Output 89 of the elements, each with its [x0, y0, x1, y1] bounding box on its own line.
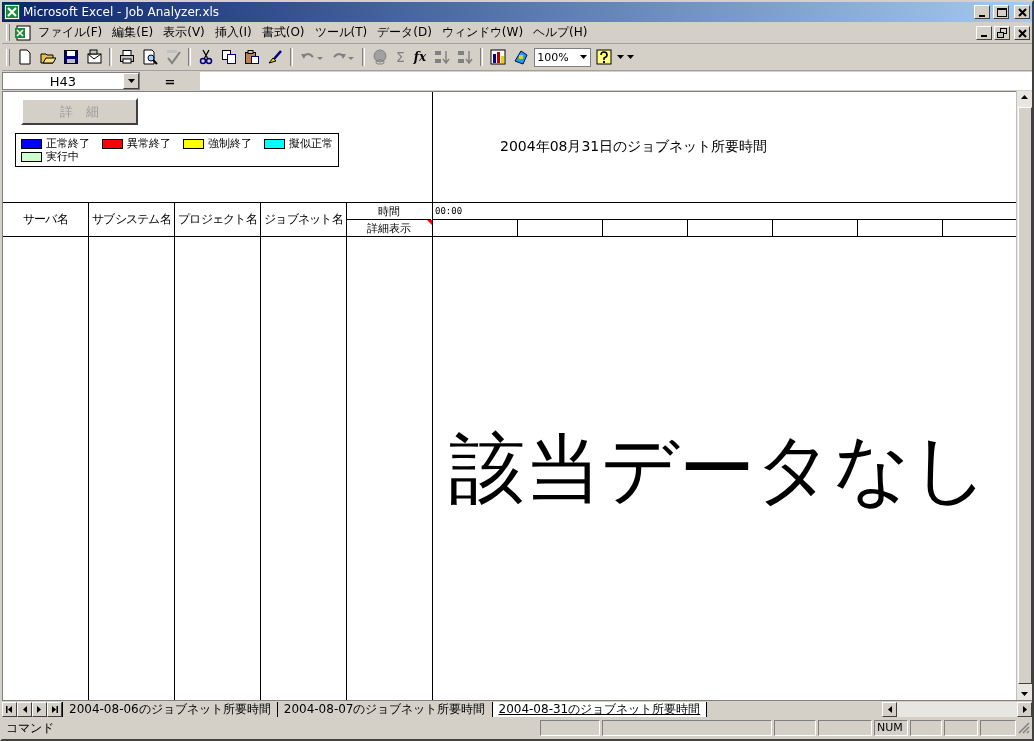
scroll-down-arrow-icon	[1021, 692, 1028, 696]
previous-sheet-button[interactable]	[17, 701, 32, 717]
sort-descending-icon[interactable]	[457, 49, 474, 65]
legend-label: 実行中	[46, 149, 79, 164]
toolbar-grip	[6, 24, 10, 41]
close-button[interactable]	[1014, 5, 1030, 19]
menu-item[interactable]: 挿入(I)	[210, 24, 256, 41]
right-arrow-icon	[1022, 705, 1027, 713]
status-panel	[818, 720, 872, 736]
column-header: プロジェクト名	[175, 203, 261, 236]
document-close-button[interactable]	[1014, 25, 1030, 40]
copy-icon[interactable]	[221, 49, 237, 65]
help-icon[interactable]	[596, 49, 613, 65]
last-arrow-icon	[51, 705, 58, 713]
paste-icon[interactable]	[244, 49, 260, 65]
status-panel	[540, 720, 600, 736]
left-arrow-icon	[21, 705, 28, 713]
chart-title: 2004年08月31日のジョブネット所要時間	[500, 138, 768, 156]
print-icon[interactable]	[119, 49, 135, 65]
insert-function-button[interactable]: fx	[410, 50, 430, 64]
excel-logo-icon	[4, 4, 20, 20]
paintbrush-icon[interactable]	[267, 49, 283, 65]
status-panel	[944, 720, 978, 736]
document-restore-icon	[995, 26, 1009, 39]
menu-item[interactable]: データ(D)	[373, 24, 436, 41]
maximize-button[interactable]	[993, 5, 1009, 19]
minimize-button[interactable]	[974, 5, 990, 19]
dropdown-arrow-icon	[127, 79, 135, 83]
status-panel	[774, 720, 816, 736]
document-restore-button[interactable]	[994, 25, 1010, 40]
save-icon[interactable]	[63, 49, 79, 65]
scissors-icon[interactable]	[198, 49, 214, 65]
scroll-left-button[interactable]	[882, 701, 897, 717]
legend-label: 異常終了	[127, 136, 171, 151]
menu-item[interactable]: 編集(E)	[108, 24, 158, 41]
comment-indicator	[427, 220, 432, 225]
scroll-right-button[interactable]	[1017, 701, 1032, 717]
no-data-message: 該当データなし	[449, 430, 989, 507]
formula-input[interactable]	[200, 72, 1032, 90]
next-sheet-button[interactable]	[32, 701, 47, 717]
dropdown-button[interactable]	[123, 73, 139, 89]
workbook-icon	[14, 24, 32, 41]
column-header: 時間	[377, 203, 401, 219]
sheet-tab[interactable]: 2004-08-31のジョブネット所要時間	[491, 701, 708, 717]
last-sheet-button[interactable]	[47, 701, 62, 717]
status-text: コマンド	[5, 719, 54, 737]
scroll-up-arrow-icon	[1021, 95, 1028, 99]
column-header: 詳細表示	[347, 219, 431, 236]
menu-item[interactable]: 書式(O)	[257, 24, 309, 41]
sheet-tab[interactable]: 2004-08-06のジョブネット所要時間	[62, 701, 278, 717]
name-box[interactable]: H43	[2, 72, 140, 90]
status-panel	[980, 720, 1016, 736]
menu-item[interactable]: ウィンドウ(W)	[437, 24, 528, 41]
spelling-check-icon[interactable]	[165, 49, 181, 65]
num-lock-indicator: NUM	[874, 720, 908, 736]
bar-chart-icon[interactable]	[490, 49, 507, 65]
right-arrow-icon	[36, 705, 43, 713]
mail-icon[interactable]	[86, 49, 102, 65]
document-close-icon	[1015, 26, 1029, 39]
horizontal-scrollbar[interactable]	[882, 701, 1032, 717]
status-panel	[910, 720, 942, 736]
resize-grip-icon	[1018, 722, 1030, 734]
minimize-icon	[979, 14, 985, 17]
document-minimize-icon	[981, 35, 987, 37]
first-arrow-icon	[6, 705, 13, 713]
sort-ascending-icon[interactable]	[434, 49, 451, 65]
column-header: ジョブネット名	[261, 203, 347, 236]
menu-item[interactable]: ヘルプ(H)	[529, 24, 592, 41]
equals-sign[interactable]: =	[140, 73, 200, 89]
menu-item[interactable]: ツール(T)	[310, 24, 372, 41]
column-header: サーバ名	[3, 203, 89, 236]
window-title: Microsoft Excel - Job Analyzer.xls	[23, 5, 220, 19]
close-icon	[1015, 6, 1029, 18]
time-label: 00:00	[435, 206, 463, 216]
print-preview-icon[interactable]	[142, 49, 158, 65]
menu-item[interactable]: 表示(V)	[159, 24, 209, 41]
legend-label: 正常終了	[46, 136, 90, 151]
new-document-icon[interactable]	[17, 49, 33, 65]
maximize-icon	[994, 6, 1008, 18]
legend-label: 擬似正常	[289, 136, 333, 151]
first-sheet-button[interactable]	[2, 701, 17, 717]
zoom-dropdown[interactable]: 100%	[534, 47, 592, 67]
legend-label: 強制終了	[208, 136, 252, 151]
left-arrow-icon	[887, 705, 892, 713]
column-header: サブシステム名	[89, 203, 175, 236]
document-minimize-button[interactable]	[976, 25, 992, 40]
toolbar-grip	[6, 48, 10, 66]
dropdown-arrow-icon	[580, 55, 588, 59]
menu-item[interactable]: ファイル(F)	[34, 24, 107, 41]
